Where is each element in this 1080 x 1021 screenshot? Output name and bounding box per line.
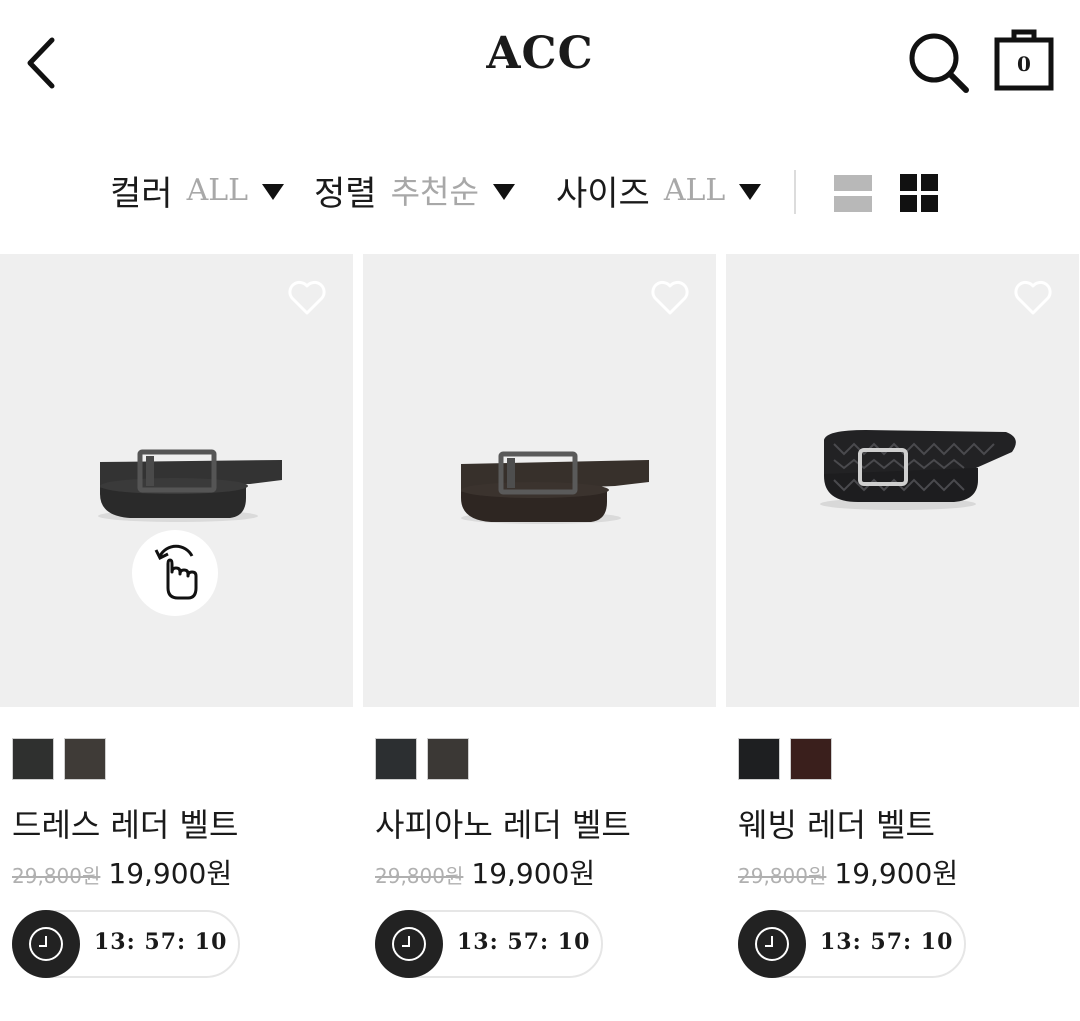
original-price: 29,800원 (375, 864, 464, 888)
cart-button[interactable]: 0 (994, 26, 1054, 92)
color-swatches (738, 738, 832, 780)
sort-value: 추천순 (390, 173, 479, 211)
product-name[interactable]: 웨빙 레더 벨트 (738, 800, 935, 846)
product-image[interactable] (726, 254, 1079, 707)
countdown-timer: 13: 57: 10 (375, 910, 603, 978)
color-filter-dropdown[interactable]: 컬러 ALL (110, 160, 285, 220)
countdown-timer: 13: 57: 10 (738, 910, 966, 978)
size-filter-label: 사이즈 (556, 173, 650, 214)
color-swatch[interactable] (738, 738, 780, 780)
divider (794, 170, 796, 214)
product-name[interactable]: 드레스 레더 벨트 (12, 800, 238, 846)
grid-view-icon (900, 174, 917, 191)
belt-image (461, 451, 649, 524)
sort-dropdown[interactable]: 정렬 추천순 (314, 160, 515, 220)
timer-text: 13: 57: 10 (457, 929, 591, 955)
product-name[interactable]: 사피아노 레더 벨트 (375, 800, 631, 846)
clock-icon (375, 910, 443, 978)
search-icon (909, 33, 969, 93)
sort-label: 정렬 (314, 173, 377, 214)
rotate-hand-icon (154, 544, 198, 600)
grid-view-icon-cell (921, 174, 938, 191)
product-image[interactable] (363, 254, 716, 707)
product-price: 29,800원 19,900원 (375, 852, 595, 892)
belt-image (820, 430, 1016, 510)
color-swatch[interactable] (790, 738, 832, 780)
heart-icon (1014, 280, 1052, 315)
belt-image (98, 449, 282, 522)
original-price: 29,800원 (12, 864, 101, 888)
product-image[interactable] (0, 254, 353, 707)
list-view-icon-bar (834, 196, 872, 212)
filter-bar: 컬러 ALL 정렬 추천순 사이즈 ALL (0, 160, 1080, 224)
grid-view-icon-cell (900, 195, 917, 212)
countdown-timer: 13: 57: 10 (12, 910, 240, 978)
color-swatch[interactable] (427, 738, 469, 780)
caret-down-icon (739, 184, 762, 200)
timer-text: 13: 57: 10 (94, 929, 228, 955)
color-swatch[interactable] (64, 738, 106, 780)
color-filter-label: 컬러 (110, 173, 173, 214)
size-filter-value: ALL (663, 172, 726, 208)
color-swatches (375, 738, 469, 780)
sale-price: 19,900원 (471, 857, 596, 890)
heart-icon (651, 280, 689, 315)
wishlist-button[interactable] (1013, 280, 1053, 316)
search-button[interactable] (906, 30, 970, 94)
color-swatch[interactable] (375, 738, 417, 780)
cart-count-badge: 0 (1017, 52, 1031, 76)
grid-view-icon-cell (921, 195, 938, 212)
color-swatches (12, 738, 106, 780)
color-swatch[interactable] (12, 738, 54, 780)
color-filter-value: ALL (186, 172, 249, 208)
list-view-toggle[interactable] (834, 174, 872, 212)
sale-price: 19,900원 (108, 857, 233, 890)
caret-down-icon (262, 184, 285, 200)
size-filter-dropdown[interactable]: 사이즈 ALL (556, 160, 762, 220)
wishlist-button[interactable] (650, 280, 690, 316)
top-app-bar: ACC 0 (0, 0, 1080, 120)
caret-down-icon (492, 184, 515, 200)
sale-price: 19,900원 (834, 857, 959, 890)
grid-view-toggle[interactable] (900, 174, 940, 214)
timer-text: 13: 57: 10 (820, 929, 954, 955)
list-view-icon (834, 175, 872, 191)
product-price: 29,800원 19,900원 (12, 852, 232, 892)
original-price: 29,800원 (738, 864, 827, 888)
wishlist-button[interactable] (287, 280, 327, 316)
clock-icon (12, 910, 80, 978)
heart-icon (288, 280, 326, 315)
rotate-360-button[interactable] (132, 530, 218, 616)
product-price: 29,800원 19,900원 (738, 852, 958, 892)
clock-icon (738, 910, 806, 978)
